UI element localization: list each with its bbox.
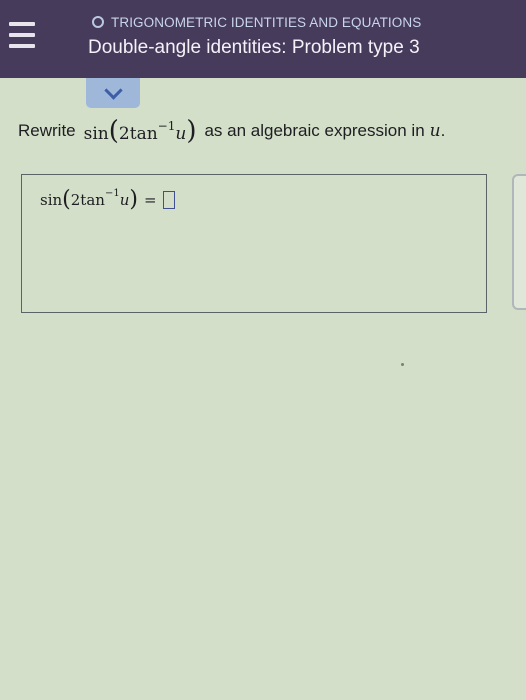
topic-label: TRIGONOMETRIC IDENTITIES AND EQUATIONS	[111, 14, 422, 30]
menu-icon[interactable]	[9, 22, 35, 48]
question-expression: sin(2tan−1u)	[84, 118, 197, 144]
answer-exponent: −1	[104, 187, 120, 199]
open-paren: (	[62, 187, 71, 212]
cursor-mark	[401, 363, 404, 366]
question-suffix-end: .	[440, 121, 446, 140]
close-paren: )	[186, 116, 197, 146]
collapse-button[interactable]	[86, 78, 140, 108]
answer-expression: sin(2 tan −1 u) =	[40, 187, 175, 212]
equals-sign: =	[143, 191, 157, 209]
question-text: Rewrite sin(2tan−1u) as an algebraic exp…	[18, 118, 445, 144]
answer-variable: u	[119, 191, 130, 209]
menu-bar	[9, 33, 35, 37]
page-title: Double-angle identities: Problem type 3	[88, 37, 420, 58]
question-suffix-variable: u	[429, 121, 441, 141]
side-tool-panel[interactable]	[512, 174, 526, 310]
menu-bar	[9, 22, 35, 26]
answer-coef: 2	[70, 191, 81, 209]
menu-bar	[9, 44, 35, 48]
answer-func: sin	[40, 191, 63, 209]
chevron-down-icon	[103, 80, 123, 100]
question-func: sin	[83, 124, 109, 144]
open-paren: (	[108, 116, 119, 146]
question-suffix: as an algebraic expression in	[204, 121, 425, 140]
top-header: TRIGONOMETRIC IDENTITIES AND EQUATIONS D…	[0, 0, 526, 78]
close-paren: )	[129, 187, 138, 212]
answer-box: sin(2 tan −1 u) =	[21, 174, 487, 313]
topic-row: TRIGONOMETRIC IDENTITIES AND EQUATIONS	[92, 12, 421, 32]
answer-inner-func: tan	[80, 191, 105, 209]
answer-input[interactable]	[162, 191, 175, 209]
question-variable: u	[175, 124, 187, 144]
question-exponent: −1	[157, 119, 176, 133]
question-coef: 2	[118, 124, 130, 144]
question-inner-func: tan	[129, 124, 158, 144]
topic-circle-icon	[92, 16, 104, 28]
question-prefix: Rewrite	[18, 121, 76, 140]
